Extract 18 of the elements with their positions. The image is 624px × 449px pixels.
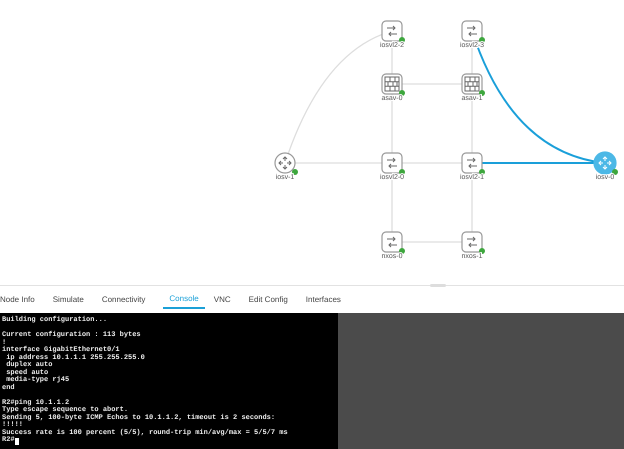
firewall-node[interactable] — [461, 73, 485, 96]
tab[interactable]: Edit Config — [248, 286, 297, 313]
router-node[interactable] — [593, 151, 618, 175]
tab[interactable]: Simulate — [52, 286, 93, 313]
switch-node[interactable] — [461, 152, 485, 175]
tab[interactable]: Node Info — [0, 286, 44, 313]
switch-node[interactable] — [461, 231, 485, 254]
switch-node[interactable] — [381, 152, 405, 175]
switch-node[interactable] — [381, 231, 405, 254]
tab[interactable]: Connectivity — [102, 286, 154, 313]
resize-handle[interactable] — [430, 284, 446, 287]
switch-node[interactable] — [381, 20, 405, 43]
router-node[interactable] — [274, 152, 298, 175]
tab[interactable]: VNC — [214, 286, 240, 313]
firewall-node[interactable] — [381, 73, 405, 96]
tab[interactable]: Interfaces — [306, 286, 350, 313]
switch-node[interactable] — [461, 20, 485, 43]
console-terminal[interactable] — [0, 313, 338, 449]
